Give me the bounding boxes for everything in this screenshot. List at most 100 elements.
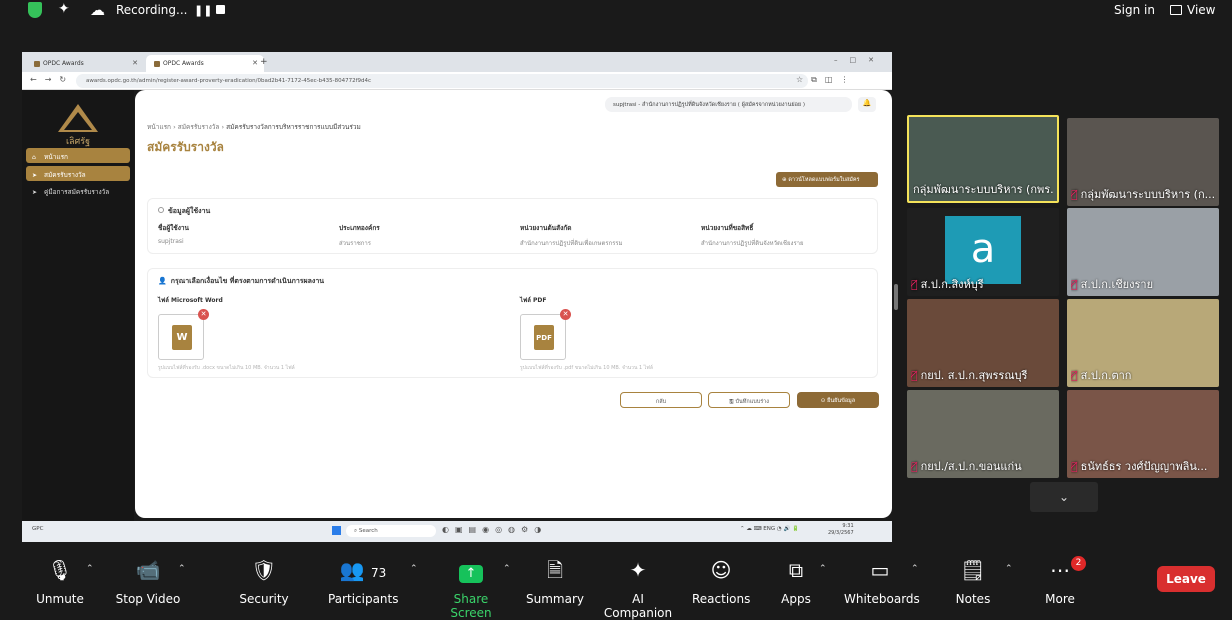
confirm-button[interactable]: ⊙ ยืนยันข้อมูล bbox=[797, 392, 879, 408]
breadcrumb-home[interactable]: หน้าแรก bbox=[147, 123, 171, 131]
ai-companion-button[interactable]: ✦ AI Companion bbox=[598, 558, 678, 620]
word-file-hint: รูปแบบไฟล์ที่รองรับ .docx ขนาดไม่เกิน 10… bbox=[158, 365, 295, 371]
word-doc-icon: W bbox=[172, 325, 192, 350]
participant-name: กยป. ส.ป.ก.สุพรรณบุรี bbox=[920, 369, 1028, 382]
apps-button[interactable]: ⧉ Apps bbox=[776, 558, 816, 606]
user-info-title: ข้อมูลผู้ใช้งาน bbox=[158, 206, 210, 217]
participant-tile[interactable]: 🎙̸ กลุ่มพัฒนาระบบบริหาร (ก... bbox=[1067, 118, 1219, 206]
upload-title: 👤 กรุณาเลือกเงื่อนไข ที่ตรงตามการดำเนินกา… bbox=[158, 277, 325, 285]
participant-tile[interactable]: กลุ่มพัฒนาระบบบริหาร (กพร. ... bbox=[907, 115, 1059, 203]
new-tab-icon[interactable]: + bbox=[260, 57, 268, 67]
close-tab-icon[interactable]: ✕ bbox=[252, 59, 258, 67]
weather-widget[interactable]: GPC bbox=[32, 526, 43, 532]
close-tab-icon[interactable]: ✕ bbox=[132, 59, 138, 67]
download-form-button[interactable]: ⊕ ดาวน์โหลดแบบฟอร์มใบสมัคร bbox=[776, 172, 878, 187]
breadcrumb-apply[interactable]: สมัครรับรางวัล bbox=[178, 123, 220, 131]
sparkle-icon[interactable]: ✦ bbox=[58, 1, 70, 17]
sidebar: เลิศรัฐ ⌂ หน้าแรก ➤ สมัครรับรางวัล ➤ คู่มือ… bbox=[22, 90, 134, 521]
whiteboards-button[interactable]: ▭ Whiteboards bbox=[844, 558, 920, 606]
participant-tile[interactable]: 🎙̸ ส.ป.ก.เชียงราย bbox=[1067, 208, 1219, 296]
sidebar-item-home[interactable]: ⌂ หน้าแรก bbox=[26, 148, 130, 163]
notes-icon: 🗒 bbox=[960, 558, 986, 582]
shield-icon[interactable] bbox=[28, 2, 42, 18]
tab-title: OPDC Awards bbox=[163, 60, 204, 67]
muted-mic-icon: 🎙̸ bbox=[1071, 188, 1078, 201]
tab-title: OPDC Awards bbox=[43, 60, 84, 67]
participant-tile[interactable]: 🎙̸ ส.ป.ก.ตาก bbox=[1067, 299, 1219, 387]
url-field[interactable]: awards.opdc.go.th/admin/register-award-p… bbox=[76, 74, 808, 88]
system-tray[interactable]: ⌃ ☁ ⌨ ENG ◔ 🔊 🔋 bbox=[740, 526, 799, 532]
sign-in-link[interactable]: Sign in bbox=[1114, 3, 1155, 17]
pause-icon[interactable]: ❚❚ bbox=[194, 4, 212, 17]
chevron-up-icon[interactable]: ⌃ bbox=[86, 564, 94, 574]
stop-icon[interactable] bbox=[216, 5, 225, 14]
sidebar-item-apply[interactable]: ➤ สมัครรับรางวัล bbox=[26, 166, 130, 181]
pdf-doc-icon: PDF bbox=[534, 325, 554, 350]
back-button[interactable]: กลับ bbox=[620, 392, 702, 408]
share-screen-icon: ↑ bbox=[434, 558, 508, 583]
browser-actions[interactable]: ☆⧉◫⋮ bbox=[796, 75, 856, 85]
windows-start-icon[interactable] bbox=[332, 526, 341, 535]
page-title: สมัครรับรางวัล bbox=[147, 140, 224, 154]
participant-tile[interactable]: 🎙̸ กยป. ส.ป.ก.สุพรรณบุรี bbox=[907, 299, 1059, 387]
muted-mic-icon: 🎙̸ bbox=[1071, 460, 1078, 473]
remove-file-icon[interactable]: ✕ bbox=[198, 309, 209, 320]
word-file-upload[interactable]: W ✕ bbox=[158, 309, 209, 360]
chevron-up-icon[interactable]: ⌃ bbox=[178, 564, 186, 574]
window-controls[interactable]: –□✕ bbox=[834, 56, 886, 64]
muted-mic-icon: 🎙̸ bbox=[911, 278, 918, 291]
meeting-top-bar: ✦ ☁ Recording... ❚❚ Sign in View bbox=[0, 0, 1232, 22]
recording-label: Recording... bbox=[116, 3, 188, 17]
video-camera-icon: 📹 bbox=[135, 558, 161, 582]
leave-button[interactable]: Leave bbox=[1157, 566, 1215, 592]
participants-button[interactable]: 👥 73 Participants bbox=[328, 558, 399, 606]
chevron-up-icon[interactable]: ⌃ bbox=[1005, 564, 1013, 574]
pdf-file-hint: รูปแบบไฟล์ที่รองรับ .pdf ขนาดไม่เกิน 10 … bbox=[520, 365, 653, 371]
unmute-button[interactable]: 🎙 Unmute bbox=[30, 558, 90, 606]
user-dropdown[interactable]: supjtrasi - สำนักงานการปฏิรูปที่ดินจังหว… bbox=[605, 97, 852, 112]
chevron-down-icon[interactable]: ⌄ bbox=[1030, 482, 1098, 512]
browser-tab-active[interactable]: OPDC Awards ✕ bbox=[146, 55, 264, 72]
participants-count: 73 bbox=[370, 566, 387, 580]
participant-name: กลุ่มพัฒนาระบบบริหาร (ก... bbox=[1080, 188, 1215, 201]
user-icon: 👤 bbox=[158, 277, 167, 285]
participant-tile[interactable]: a 🎙̸ ส.ป.ก.สิงห์บุรี bbox=[907, 208, 1059, 296]
logo-text: เลิศรัฐ bbox=[65, 137, 91, 147]
upload-panel: 👤 กรุณาเลือกเงื่อนไข ที่ตรงตามการดำเนินกา… bbox=[147, 268, 878, 378]
breadcrumb-current: สมัครรับรางวัลการบริหารราชการแบบมีส่วนร่… bbox=[226, 123, 361, 131]
nav-buttons[interactable]: ←→↻ bbox=[30, 75, 74, 84]
taskbar-search[interactable]: ⌕ Search bbox=[346, 525, 436, 537]
field-parent-agency: หน่วยงานต้นสังกัด สำนักงานการปฏิรูปที่ดิน… bbox=[520, 224, 623, 247]
shield-icon: 🛡 bbox=[251, 558, 277, 582]
participant-tile[interactable]: 🎙̸ กยป./ส.ป.ก.ขอนแก่น bbox=[907, 390, 1059, 478]
user-info-panel: ข้อมูลผู้ใช้งาน ชื่อผู้ใช้งาน supjtrasi ป… bbox=[147, 198, 878, 254]
browser-tab[interactable]: OPDC Awards ✕ bbox=[26, 55, 144, 72]
participant-tile[interactable]: 🎙̸ ธนัทธ์ธร วงศ์ปัญญาพลิน... bbox=[1067, 390, 1219, 478]
notes-button[interactable]: 🗒 Notes bbox=[950, 558, 996, 606]
field-org-type: ประเภทองค์กร ส่วนราชการ bbox=[339, 224, 380, 247]
view-button[interactable]: View bbox=[1187, 3, 1215, 17]
split-handle[interactable] bbox=[894, 284, 898, 310]
chevron-up-icon[interactable]: ⌃ bbox=[503, 564, 511, 574]
share-screen-button[interactable]: ↑ Share Screen bbox=[434, 558, 508, 620]
save-draft-button[interactable]: 🖫 บันทึกแบบร่าง bbox=[708, 392, 790, 408]
muted-mic-icon: 🎙̸ bbox=[911, 460, 918, 473]
view-icon[interactable] bbox=[1170, 5, 1182, 15]
meeting-toolbar: 🎙 Unmute ⌃ 📹 Stop Video ⌃ 🛡 Security 👥 73 Pa… bbox=[0, 548, 1232, 620]
stop-video-button[interactable]: 📹 Stop Video bbox=[114, 558, 182, 606]
clock[interactable]: 9:31 29/3/2567 bbox=[828, 523, 854, 537]
pdf-file-upload[interactable]: PDF ✕ bbox=[520, 309, 571, 360]
muted-mic-icon: 🎙̸ bbox=[1071, 369, 1078, 382]
summary-button[interactable]: 🗎 Summary bbox=[526, 558, 584, 606]
chevron-up-icon[interactable]: ⌃ bbox=[911, 564, 919, 574]
whiteboard-icon: ▭ bbox=[870, 558, 890, 582]
chevron-up-icon[interactable]: ⌃ bbox=[819, 564, 827, 574]
chevron-up-icon[interactable]: ⌃ bbox=[410, 564, 418, 574]
favicon-icon bbox=[34, 60, 40, 67]
taskbar-apps[interactable]: ◐▣▤◉◎◍⚙◑ bbox=[442, 525, 547, 534]
security-button[interactable]: 🛡 Security bbox=[236, 558, 292, 606]
bell-icon[interactable]: 🔔 bbox=[858, 97, 876, 112]
remove-file-icon[interactable]: ✕ bbox=[560, 309, 571, 320]
sidebar-item-manual[interactable]: ➤ คู่มือการสมัครรับรางวัล bbox=[26, 183, 130, 198]
reactions-button[interactable]: ☺ Reactions bbox=[692, 558, 750, 606]
